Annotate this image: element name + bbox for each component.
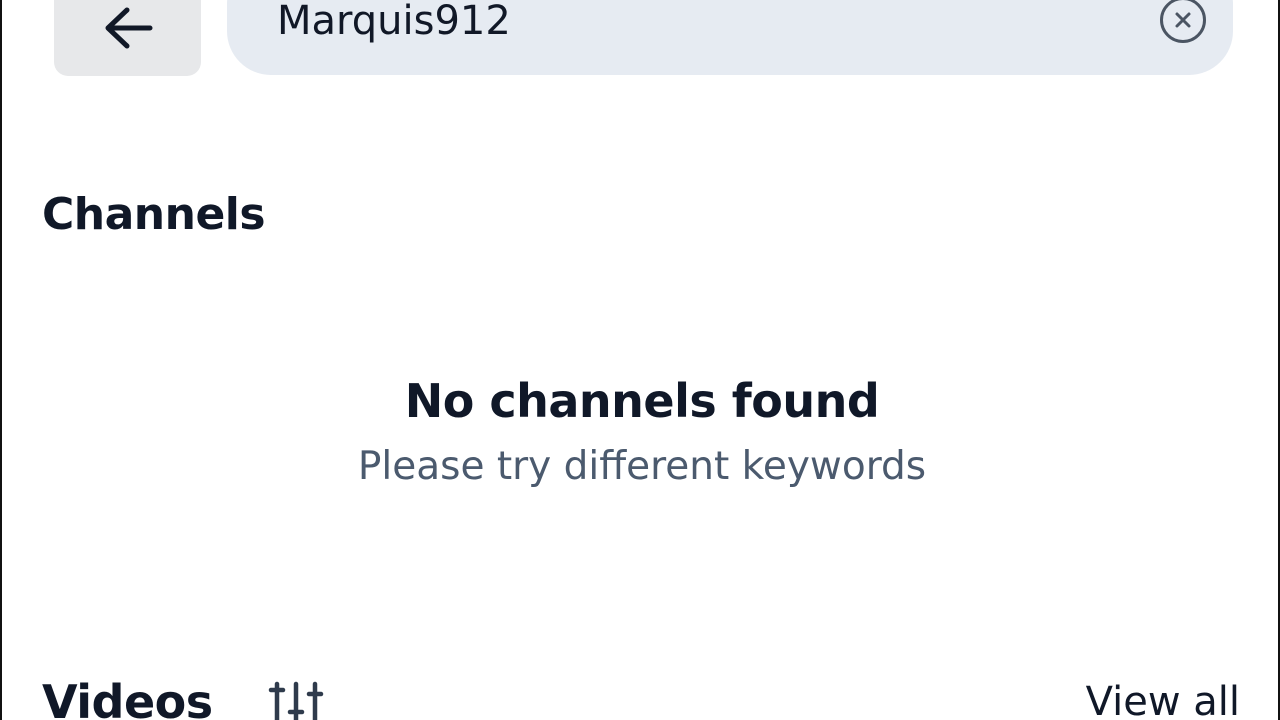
view-all-link[interactable]: View all xyxy=(1086,676,1240,720)
back-button[interactable] xyxy=(54,0,201,76)
search-bar xyxy=(227,0,1233,75)
empty-state-title: No channels found xyxy=(404,374,880,428)
search-input[interactable] xyxy=(277,0,1137,44)
sliders-icon[interactable] xyxy=(268,678,324,720)
empty-state-subtitle: Please try different keywords xyxy=(357,444,927,489)
videos-section-title: Videos xyxy=(42,675,213,720)
arrow-left-icon xyxy=(105,7,152,49)
channels-empty-state: No channels found Please try different k… xyxy=(2,372,1280,490)
app-frame: Channels No channels found Please try di… xyxy=(0,0,1280,720)
channels-section-title: Channels xyxy=(42,189,266,240)
close-circle-icon[interactable] xyxy=(1158,0,1208,45)
